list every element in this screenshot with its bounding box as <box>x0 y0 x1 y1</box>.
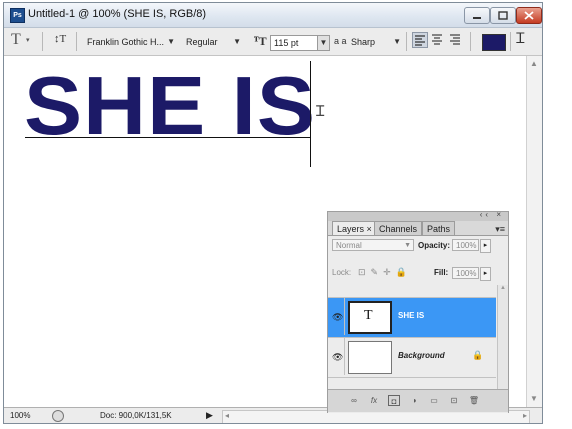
scroll-down-icon[interactable]: ▼ <box>530 394 538 403</box>
status-menu-arrow-icon[interactable]: ▶ <box>206 410 213 421</box>
layers-panel-footer: ∞ fx ◘ ◑ ▭ ⊡ 🗑 <box>328 389 508 412</box>
delete-layer-icon[interactable]: 🗑 <box>468 395 480 406</box>
tab-close-icon[interactable]: × <box>367 224 372 234</box>
lock-icon: 🔒 <box>472 350 484 360</box>
font-family-value: Franklin Gothic H... <box>87 37 165 47</box>
anti-alias-dropdown[interactable]: Sharp ▼ <box>350 32 404 52</box>
window-title: Untitled-1 @ 100% (SHE IS, RGB/8) <box>28 8 207 20</box>
tab-layers-label: Layers <box>337 224 365 234</box>
font-size-field[interactable]: 115 pt ▼ <box>270 35 330 51</box>
align-right-icon <box>450 34 460 45</box>
font-size-value: 115 pt <box>274 38 299 48</box>
font-style-dropdown[interactable]: Regular ▼ <box>185 32 244 52</box>
vertical-scrollbar[interactable]: ▲ ▼ <box>526 56 542 407</box>
tab-paths[interactable]: Paths <box>422 221 456 236</box>
scroll-up-icon[interactable]: ▲ <box>530 59 538 68</box>
font-style-value: Regular <box>186 37 218 47</box>
chevron-down-icon: ▼ <box>404 242 411 249</box>
link-layers-icon[interactable]: ∞ <box>348 395 360 406</box>
panel-collapse-close-controls[interactable]: ‹‹ × <box>480 210 504 219</box>
layers-panel: ‹‹ × Layers × Channels Paths ▾≡ Normal ▼… <box>327 210 509 413</box>
chevron-down-icon: ▼ <box>233 37 241 46</box>
ibeam-cursor-icon: Ɪ <box>316 103 325 120</box>
opacity-label: Opacity: <box>418 241 451 250</box>
layer-style-fx-icon[interactable]: fx <box>368 395 380 406</box>
text-insertion-cursor <box>310 61 311 167</box>
tab-channels[interactable]: Channels <box>374 221 423 236</box>
divider <box>406 32 407 51</box>
photoshop-app-icon: Ps <box>10 8 25 23</box>
divider <box>510 32 511 51</box>
visibility-toggle[interactable]: 👁 <box>330 338 345 375</box>
scroll-left-icon[interactable]: ◂ <box>225 411 229 420</box>
anti-alias-icon: a a <box>334 36 347 46</box>
text-orientation-icon[interactable]: ↕T <box>54 33 66 45</box>
divider <box>76 32 77 51</box>
new-group-icon[interactable]: ▭ <box>428 395 440 406</box>
document-window: Ps Untitled-1 @ 100% (SHE IS, RGB/8) T ▾… <box>3 2 543 424</box>
layer-mask-icon[interactable]: ◘ <box>388 395 400 406</box>
panel-header[interactable]: ‹‹ × <box>328 210 508 221</box>
text-baseline <box>25 137 311 138</box>
document-size-info: Doc: 900,0K/131,5K <box>100 411 172 420</box>
align-left-icon <box>415 35 425 46</box>
font-size-icon: ᵀT <box>254 34 267 48</box>
chevron-down-icon: ▼ <box>393 37 401 46</box>
title-bar: Ps Untitled-1 @ 100% (SHE IS, RGB/8) <box>4 3 542 28</box>
blend-mode-value: Normal <box>336 241 362 250</box>
layer-thumbnail: T <box>348 301 392 334</box>
opacity-slider-arrow-icon[interactable]: ▸ <box>480 239 491 253</box>
opacity-field[interactable]: 100% <box>452 239 479 251</box>
fill-label: Fill: <box>434 268 449 277</box>
scroll-right-icon[interactable]: ▸ <box>523 411 527 420</box>
lock-options-icons[interactable]: ⊡✎✛🔒 <box>358 267 412 278</box>
panel-menu-icon[interactable]: ▾≡ <box>495 224 505 235</box>
align-right-button[interactable] <box>448 32 464 48</box>
type-tool-icon[interactable]: T <box>11 31 21 49</box>
zoom-level[interactable]: 100% <box>10 410 46 422</box>
close-icon <box>524 11 534 20</box>
tool-preset-chevron-down-icon[interactable]: ▾ <box>26 36 30 44</box>
fill-field[interactable]: 100% <box>452 267 479 279</box>
options-bar: T ▾ ↕T Franklin Gothic H... ▼ Regular ▼ … <box>4 28 542 56</box>
new-layer-icon[interactable]: ⊡ <box>448 395 460 406</box>
chevron-down-icon[interactable]: ▼ <box>317 36 329 50</box>
adjustment-layer-icon[interactable]: ◑ <box>408 395 420 406</box>
align-center-icon <box>432 34 442 45</box>
close-button[interactable] <box>516 7 542 24</box>
layer-name: SHE IS <box>398 311 425 320</box>
status-info-icon[interactable] <box>52 410 64 422</box>
minimize-button[interactable] <box>464 7 490 24</box>
eye-icon: 👁 <box>332 312 344 322</box>
divider <box>42 32 43 51</box>
blend-mode-dropdown[interactable]: Normal ▼ <box>332 239 414 251</box>
layer-name: Background <box>398 351 445 360</box>
layers-panel-body: Normal ▼ Opacity: 100% ▸ Lock: ⊡✎✛🔒 Fill… <box>328 235 508 413</box>
layer-thumbnail <box>348 341 392 374</box>
warp-text-icon[interactable]: Ꮖ <box>516 32 525 48</box>
layer-row[interactable]: 👁 T SHE IS <box>328 297 496 337</box>
visibility-toggle[interactable]: 👁 <box>330 298 345 335</box>
restore-button[interactable] <box>490 7 516 24</box>
lock-label: Lock: <box>332 268 352 277</box>
font-family-dropdown[interactable]: Franklin Gothic H... ▼ <box>86 32 178 52</box>
minimize-icon <box>473 17 481 19</box>
align-left-button[interactable] <box>412 32 428 48</box>
align-center-button[interactable] <box>430 32 446 48</box>
chevron-down-icon: ▼ <box>167 37 175 46</box>
text-color-swatch[interactable] <box>482 34 506 51</box>
tab-layers[interactable]: Layers × <box>332 221 377 236</box>
layer-row[interactable]: 👁 Background 🔒 <box>328 337 496 378</box>
divider <box>470 32 471 51</box>
type-layer-icon: T <box>364 308 373 323</box>
scroll-up-icon[interactable]: ▲ <box>500 285 506 291</box>
restore-icon <box>498 11 508 20</box>
fill-slider-arrow-icon[interactable]: ▸ <box>480 267 491 281</box>
anti-alias-value: Sharp <box>351 37 376 47</box>
eye-icon: 👁 <box>332 352 344 362</box>
